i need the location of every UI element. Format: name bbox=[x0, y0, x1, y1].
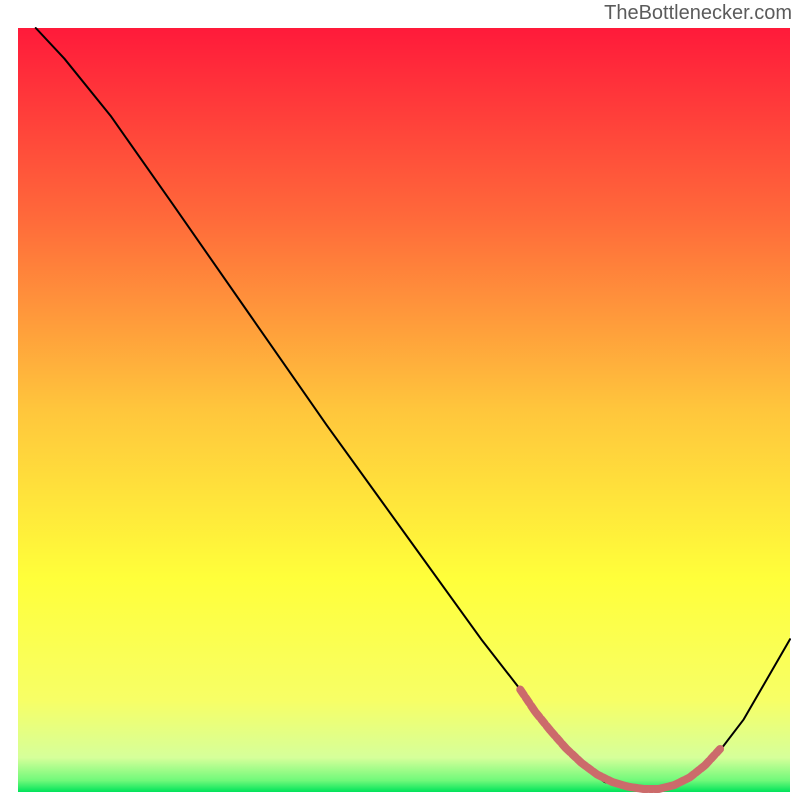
attribution-text: TheBottlenecker.com bbox=[604, 2, 792, 25]
optimal-band-dash bbox=[520, 690, 524, 696]
optimal-band-dash bbox=[526, 698, 530, 704]
plot-background bbox=[18, 28, 790, 792]
chart-container: TheBottlenecker.com bbox=[0, 0, 800, 800]
bottleneck-chart bbox=[0, 0, 800, 800]
optimal-band-dash bbox=[716, 749, 720, 753]
